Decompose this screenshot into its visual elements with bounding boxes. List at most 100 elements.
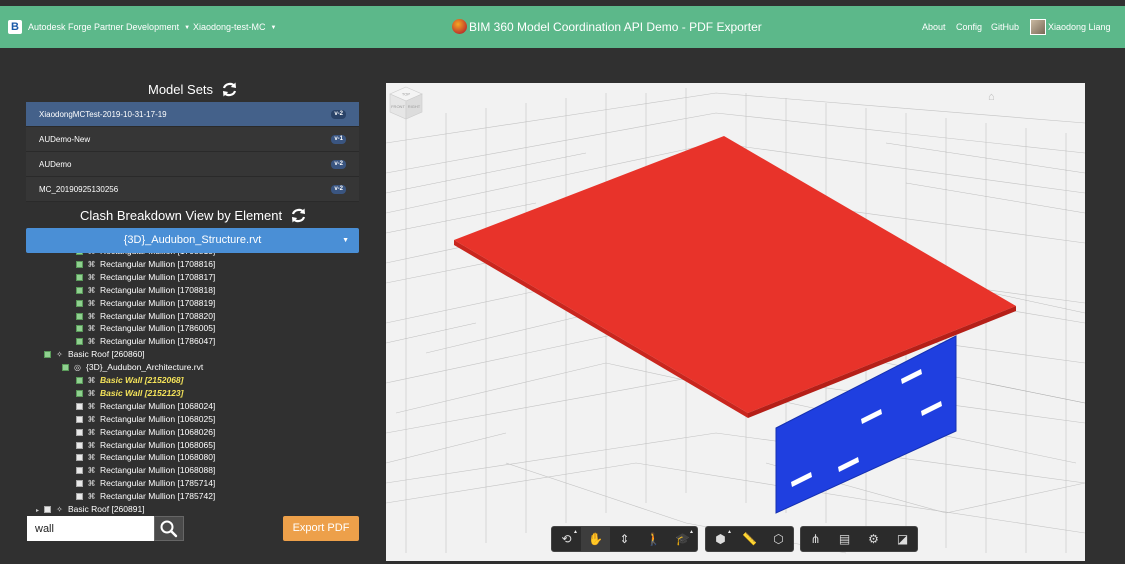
viewcube[interactable]: TOP FRONT RIGHT — [386, 83, 426, 123]
submenu-triangle-icon: ▲ — [573, 529, 578, 535]
tree-row[interactable]: ⌘ Rectangular Mullion [1785714] — [76, 477, 215, 490]
tree-row[interactable]: ⌘ Rectangular Mullion [1068024] — [76, 400, 215, 413]
orbit-tool[interactable]: ⟲ ▲ — [552, 527, 581, 551]
tree-row[interactable]: ⌘ Rectangular Mullion [1068065] — [76, 439, 215, 452]
walk-icon: 🚶 — [646, 532, 661, 546]
tree-checkbox[interactable] — [76, 253, 83, 255]
explode-tool[interactable]: ⬡ — [764, 527, 793, 551]
tree-checkbox[interactable] — [76, 312, 83, 320]
model-set-item[interactable]: AUDemo v-2 — [26, 152, 359, 177]
model-canvas[interactable] — [386, 83, 1085, 561]
tree-row[interactable]: ⌘ Rectangular Mullion [1785742] — [76, 490, 215, 503]
home-icon[interactable]: ⌂ — [988, 91, 995, 103]
tree-label: Basic Wall [2152123] — [100, 387, 184, 398]
walk-tool[interactable]: 🚶 — [639, 527, 668, 551]
model-sets-title: Model Sets — [148, 82, 214, 97]
settings-tool[interactable]: ⚙ — [859, 527, 888, 551]
tree-row[interactable]: ⌘ Rectangular Mullion [1786005] — [76, 322, 215, 335]
properties-tool[interactable]: ▤ — [830, 527, 859, 551]
tree-label: Rectangular Mullion [1786047] — [100, 336, 216, 347]
model-browser-tool[interactable]: ⋔ — [801, 527, 830, 551]
top-navbar: B Autodesk Forge Partner Development ▼ Xi… — [0, 6, 1125, 48]
tree-row[interactable]: ⌘ Rectangular Mullion [1708820] — [76, 310, 215, 323]
tree-label: Rectangular Mullion [1068026] — [100, 426, 216, 437]
navigation-toolbar: ⟲ ▲ ✋ ⇕ 🚶 🎓 ▲ — [551, 526, 698, 552]
model-set-item[interactable]: MC_20190925130256 v-2 — [26, 177, 359, 202]
tree-checkbox[interactable] — [62, 364, 69, 372]
tree-checkbox[interactable] — [76, 402, 83, 410]
export-pdf-button[interactable]: Export PDF — [283, 516, 359, 541]
group-icon: ✧ — [56, 350, 63, 360]
tree-label: Rectangular Mullion [1786005] — [100, 323, 216, 334]
refresh-icon[interactable] — [221, 82, 238, 97]
model-set-item[interactable]: XiaodongMCTest-2019-10-31-17-19 v-2 — [26, 102, 359, 127]
project-dropdown[interactable]: Xiaodong-test-MC ▼ — [193, 6, 277, 48]
tree-checkbox[interactable] — [76, 260, 83, 268]
tree-checkbox[interactable] — [76, 273, 83, 281]
tree-checkbox[interactable] — [76, 389, 83, 397]
search-button[interactable] — [154, 516, 184, 541]
tree-row[interactable]: ▸ ✧ Basic Roof [260891] — [36, 503, 145, 515]
tree-row[interactable]: ⌘ Rectangular Mullion [1068026] — [76, 426, 215, 439]
tree-checkbox[interactable] — [76, 338, 83, 346]
tree-row[interactable]: ⌘ Basic Wall [2152068] — [76, 374, 183, 387]
tree-label: Rectangular Mullion [1068024] — [100, 400, 216, 411]
tree-checkbox[interactable] — [76, 415, 83, 423]
model-set-name: AUDemo-New — [39, 135, 91, 144]
tree-checkbox[interactable] — [76, 428, 83, 436]
fullscreen-tool[interactable]: ◪ — [888, 527, 917, 551]
refresh-icon[interactable] — [290, 208, 307, 223]
model-browser-icon: ⋔ — [810, 532, 821, 546]
element-icon: ⌘ — [87, 285, 96, 295]
user-name[interactable]: Xiaodong Liang — [1048, 6, 1111, 48]
viewcube-right-label: RIGHT — [408, 104, 421, 109]
tree-checkbox[interactable] — [76, 480, 83, 488]
zoom-tool[interactable]: ⇕ — [610, 527, 639, 551]
expand-arrow-icon[interactable]: ▸ — [36, 505, 44, 515]
element-icon: ⌘ — [87, 440, 96, 450]
tree-checkbox[interactable] — [76, 325, 83, 333]
search-input[interactable] — [27, 516, 154, 541]
model-set-list: XiaodongMCTest-2019-10-31-17-19 v-2 AUDem… — [26, 102, 359, 202]
tree-checkbox[interactable] — [76, 454, 83, 462]
tree-checkbox[interactable] — [76, 493, 83, 501]
measure-tool[interactable]: 📏 — [735, 527, 764, 551]
model-set-name: MC_20190925130256 — [39, 185, 119, 194]
model-file-select[interactable]: {3D}_Audubon_Structure.rvt ▼ — [26, 228, 359, 253]
tree-checkbox[interactable] — [76, 299, 83, 307]
tree-row[interactable]: ⌘ Rectangular Mullion [1786047] — [76, 335, 215, 348]
tree-row[interactable]: ⌘ Rectangular Mullion [1068088] — [76, 464, 215, 477]
tree-checkbox[interactable] — [76, 467, 83, 475]
section-tool[interactable]: ⬢ ▲ — [706, 527, 735, 551]
tree-row[interactable]: ⌘ Rectangular Mullion [1708817] — [76, 271, 215, 284]
tree-row[interactable]: ⌘ Rectangular Mullion [1068025] — [76, 413, 215, 426]
config-link[interactable]: Config — [956, 6, 982, 48]
tree-label: Rectangular Mullion [1068025] — [100, 413, 216, 424]
tree-checkbox[interactable] — [76, 286, 83, 294]
tree-row[interactable]: ⌘ Rectangular Mullion [1708816] — [76, 258, 215, 271]
pan-tool[interactable]: ✋ — [581, 527, 610, 551]
model-set-item[interactable]: AUDemo-New v-1 — [26, 127, 359, 152]
forge-viewer[interactable]: ⌂ TOP FRONT RIGHT — [386, 83, 1085, 561]
github-link[interactable]: GitHub — [991, 6, 1019, 48]
tree-row[interactable]: ◎ {3D}_Audubon_Architecture.rvt — [62, 361, 203, 374]
element-icon: ⌘ — [87, 388, 96, 398]
tree-checkbox[interactable] — [44, 351, 51, 359]
tree-row[interactable]: ⌘ Rectangular Mullion [1708819] — [76, 297, 215, 310]
about-link[interactable]: About — [922, 6, 946, 48]
tree-checkbox[interactable] — [44, 506, 51, 513]
tree-checkbox[interactable] — [76, 441, 83, 449]
hub-dropdown[interactable]: Autodesk Forge Partner Development ▼ — [28, 6, 190, 48]
orbit-icon: ⟲ — [561, 532, 572, 546]
tree-row[interactable]: ✧ Basic Roof [260860] — [36, 348, 145, 361]
tree-row[interactable]: ⌘ Rectangular Mullion [1068080] — [76, 451, 215, 464]
tree-checkbox[interactable] — [76, 377, 83, 384]
submenu-triangle-icon: ▲ — [727, 529, 732, 535]
avatar[interactable] — [1030, 19, 1046, 35]
tree-row[interactable]: ⌘ Rectangular Mullion [1708818] — [76, 284, 215, 297]
caret-down-icon: ▼ — [184, 25, 191, 31]
element-icon: ⌘ — [87, 414, 96, 424]
camera-tool[interactable]: 🎓 ▲ — [668, 527, 697, 551]
tree-row[interactable]: ⌘ Basic Wall [2152123] — [76, 387, 183, 400]
explode-icon: ⬡ — [773, 532, 784, 546]
